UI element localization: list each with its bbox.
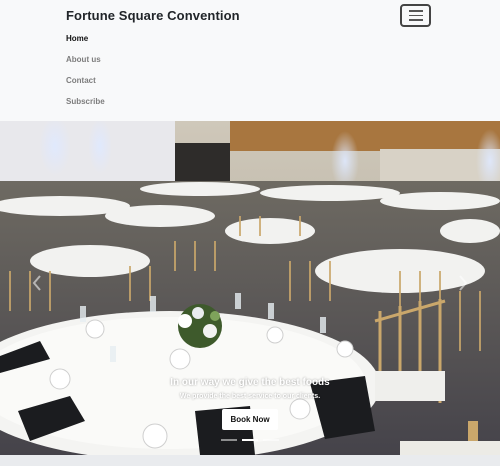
hamburger-icon — [408, 10, 423, 12]
nav-link-home[interactable]: Home — [66, 34, 105, 55]
carousel-indicators — [0, 439, 500, 441]
nav-link-contact[interactable]: Contact — [66, 76, 105, 97]
carousel-next-button[interactable] — [456, 273, 470, 293]
book-now-button[interactable]: Book Now — [222, 409, 278, 430]
carousel-prev-button[interactable] — [30, 273, 44, 293]
brand-title[interactable]: Fortune Square Convention — [66, 8, 240, 23]
hero-carousel: In our way we give the best foods We pro… — [0, 121, 500, 455]
carousel-caption: In our way we give the best foods We pro… — [0, 377, 500, 430]
navbar: Fortune Square Convention Home About us … — [0, 0, 500, 121]
hamburger-icon — [408, 14, 423, 17]
page-bottom-strip — [0, 455, 500, 466]
carousel-indicator-2[interactable] — [242, 439, 258, 441]
carousel-indicator-3[interactable] — [263, 439, 279, 441]
nav-link-about[interactable]: About us — [66, 55, 105, 76]
caption-title: In our way we give the best foods — [170, 377, 330, 388]
caption-text: We provide the best service to our clien… — [179, 393, 321, 400]
carousel-indicator-1[interactable] — [221, 439, 237, 441]
navbar-toggler-button[interactable] — [400, 4, 431, 27]
nav-link-subscribe[interactable]: Subscribe — [66, 97, 105, 118]
nav-menu: Home About us Contact Subscribe — [66, 34, 105, 118]
hamburger-icon — [408, 19, 423, 21]
chevron-left-icon — [32, 275, 41, 291]
chevron-right-icon — [459, 275, 468, 291]
